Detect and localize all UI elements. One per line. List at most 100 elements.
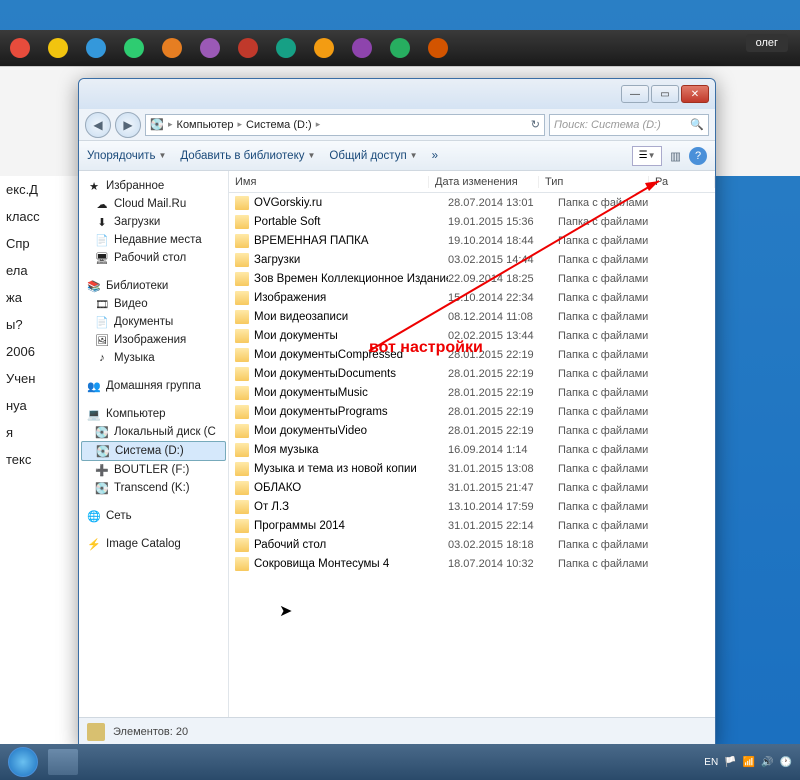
nav-item[interactable]: 💽Система (D:) <box>81 441 226 461</box>
navigation-pane[interactable]: ★Избранное☁Cloud Mail.Ru⬇Загрузки📄Недавн… <box>79 171 229 717</box>
nav-item[interactable]: ♪Музыка <box>81 349 226 367</box>
tray-flag-icon[interactable]: 🏳️ <box>724 757 736 768</box>
nav-item[interactable]: 💽Transcend (K:) <box>81 479 226 497</box>
file-row[interactable]: Мои документыMusic28.01.2015 22:19Папка … <box>229 383 715 402</box>
file-row[interactable]: ОБЛАКО31.01.2015 21:47Папка с файлами <box>229 478 715 497</box>
window-titlebar[interactable]: — ▭ ✕ <box>79 79 715 109</box>
column-name[interactable]: Имя <box>229 176 429 188</box>
file-row[interactable]: Мои документы02.02.2015 13:44Папка с фай… <box>229 326 715 345</box>
file-name: Сокровища Монтесумы 4 <box>254 558 448 570</box>
background-text: екс.Д <box>0 176 78 203</box>
file-row[interactable]: Программы 201431.01.2015 22:14Папка с фа… <box>229 516 715 535</box>
browser-tab-icon[interactable] <box>162 38 182 58</box>
tray-clock-icon[interactable]: 🕐 <box>780 757 792 768</box>
file-row[interactable]: Мои документыPrograms28.01.2015 22:19Пап… <box>229 402 715 421</box>
browser-tab-icon[interactable] <box>124 38 144 58</box>
organize-menu[interactable]: Упорядочить▼ <box>87 150 166 162</box>
file-row[interactable]: Мои документыDocuments28.01.2015 22:19Па… <box>229 364 715 383</box>
file-row[interactable]: Рабочий стол03.02.2015 18:18Папка с файл… <box>229 535 715 554</box>
background-text: я <box>0 419 78 446</box>
background-text: Учен <box>0 365 78 392</box>
file-name: Программы 2014 <box>254 520 448 532</box>
browser-tab-icon[interactable] <box>352 38 372 58</box>
share-menu[interactable]: Общий доступ▼ <box>329 150 417 162</box>
search-input[interactable]: Поиск: Система (D:) 🔍 <box>549 114 709 136</box>
column-headers[interactable]: Имя Дата изменения Тип Ра <box>229 171 715 193</box>
nav-item-icon: 💽 <box>95 481 109 495</box>
folder-icon <box>235 424 249 438</box>
file-row[interactable]: Portable Soft19.01.2015 15:36Папка с фай… <box>229 212 715 231</box>
file-row[interactable]: Сокровища Монтесумы 418.07.2014 10:32Пап… <box>229 554 715 573</box>
nav-network[interactable]: 🌐Сеть <box>81 507 226 525</box>
system-tray[interactable]: EN 🏳️ 📶 🔊 🕐 <box>704 757 792 768</box>
view-options-button[interactable]: ☰ ▼ <box>632 146 662 166</box>
tray-network-icon[interactable]: 📶 <box>743 757 755 768</box>
file-type: Папка с файлами <box>558 216 668 228</box>
nav-item[interactable]: ⬇Загрузки <box>81 213 226 231</box>
file-row[interactable]: Зов Времен Коллекционное Издание22.09.20… <box>229 269 715 288</box>
nav-item[interactable]: 📄Документы <box>81 313 226 331</box>
column-type[interactable]: Тип <box>539 176 649 188</box>
preview-pane-button[interactable]: ▥ <box>670 149 681 163</box>
browser-tab-icon[interactable] <box>390 38 410 58</box>
breadcrumb-computer[interactable]: Компьютер <box>177 119 234 131</box>
add-to-library-menu[interactable]: Добавить в библиотеку▼ <box>180 150 315 162</box>
maximize-button[interactable]: ▭ <box>651 85 679 103</box>
nav-item[interactable]: 💽Локальный диск (C <box>81 423 226 441</box>
nav-item[interactable]: 🖥Рабочий стол <box>81 249 226 267</box>
file-row[interactable]: OVGorskiy.ru28.07.2014 13:01Папка с файл… <box>229 193 715 212</box>
help-button[interactable]: ? <box>689 147 707 165</box>
nav-item[interactable]: ➕BOUTLER (F:) <box>81 461 226 479</box>
file-row[interactable]: ВРЕМЕННАЯ ПАПКА19.10.2014 18:44Папка с ф… <box>229 231 715 250</box>
browser-tab-icon[interactable] <box>10 38 30 58</box>
nav-item[interactable]: 🖼Изображения <box>81 331 226 349</box>
browser-tab-icon[interactable] <box>48 38 68 58</box>
language-indicator[interactable]: EN <box>704 757 718 768</box>
nav-back-button[interactable]: ◀ <box>85 112 111 138</box>
address-bar[interactable]: 💽 ▸ Компьютер ▸ Система (D:) ▸ ↻ <box>145 114 545 136</box>
file-row[interactable]: Моя музыка16.09.2014 1:14Папка с файлами <box>229 440 715 459</box>
toolbar-overflow[interactable]: » <box>432 150 438 162</box>
file-row[interactable]: Музыка и тема из новой копии31.01.2015 1… <box>229 459 715 478</box>
file-row[interactable]: Изображения15.10.2014 22:34Папка с файла… <box>229 288 715 307</box>
browser-tab-icon[interactable] <box>276 38 296 58</box>
windows-taskbar[interactable]: EN 🏳️ 📶 🔊 🕐 <box>0 744 800 780</box>
folder-icon <box>235 443 249 457</box>
start-button[interactable] <box>8 747 38 777</box>
user-badge[interactable]: олег <box>746 34 788 52</box>
tray-volume-icon[interactable]: 🔊 <box>761 757 773 768</box>
file-row[interactable]: Мои документыVideo28.01.2015 22:19Папка … <box>229 421 715 440</box>
nav-image-catalog[interactable]: ⚡Image Catalog <box>81 535 226 553</box>
browser-tab-icon[interactable] <box>200 38 220 58</box>
nav-item[interactable]: ☁Cloud Mail.Ru <box>81 195 226 213</box>
nav-item-icon: 🖼 <box>95 333 109 347</box>
nav-item[interactable]: 🎞Видео <box>81 295 226 313</box>
breadcrumb-sep-icon: ▸ <box>316 119 321 130</box>
file-row[interactable]: Загрузки03.02.2015 14:44Папка с файлами <box>229 250 715 269</box>
browser-tab-icon[interactable] <box>86 38 106 58</box>
browser-tab-icon[interactable] <box>428 38 448 58</box>
nav-computer[interactable]: 💻Компьютер <box>81 405 226 423</box>
column-date[interactable]: Дата изменения <box>429 176 539 188</box>
nav-homegroup[interactable]: 👥Домашняя группа <box>81 377 226 395</box>
close-button[interactable]: ✕ <box>681 85 709 103</box>
nav-libraries[interactable]: 📚Библиотеки <box>81 277 226 295</box>
file-date: 15.10.2014 22:34 <box>448 292 558 304</box>
browser-tab-icon[interactable] <box>238 38 258 58</box>
file-row[interactable]: Мои документыCompressed28.01.2015 22:19П… <box>229 345 715 364</box>
refresh-icon[interactable]: ↻ <box>531 118 540 131</box>
file-name: Зов Времен Коллекционное Издание <box>254 273 448 285</box>
taskbar-explorer-button[interactable] <box>48 749 78 775</box>
file-row[interactable]: Мои видеозаписи08.12.2014 11:08Папка с ф… <box>229 307 715 326</box>
nav-favorites[interactable]: ★Избранное <box>81 177 226 195</box>
nav-forward-button[interactable]: ▶ <box>115 112 141 138</box>
page-left-column: екс.ДклассСпрелажаы?2006Ученнуаятекс <box>0 176 78 744</box>
column-size[interactable]: Ра <box>649 176 715 188</box>
browser-tab-icon[interactable] <box>314 38 334 58</box>
nav-item[interactable]: 📄Недавние места <box>81 231 226 249</box>
file-list[interactable]: OVGorskiy.ru28.07.2014 13:01Папка с файл… <box>229 193 715 717</box>
minimize-button[interactable]: — <box>621 85 649 103</box>
file-name: От Л.З <box>254 501 448 513</box>
breadcrumb-drive[interactable]: Система (D:) <box>246 119 312 131</box>
file-row[interactable]: От Л.З13.10.2014 17:59Папка с файлами <box>229 497 715 516</box>
